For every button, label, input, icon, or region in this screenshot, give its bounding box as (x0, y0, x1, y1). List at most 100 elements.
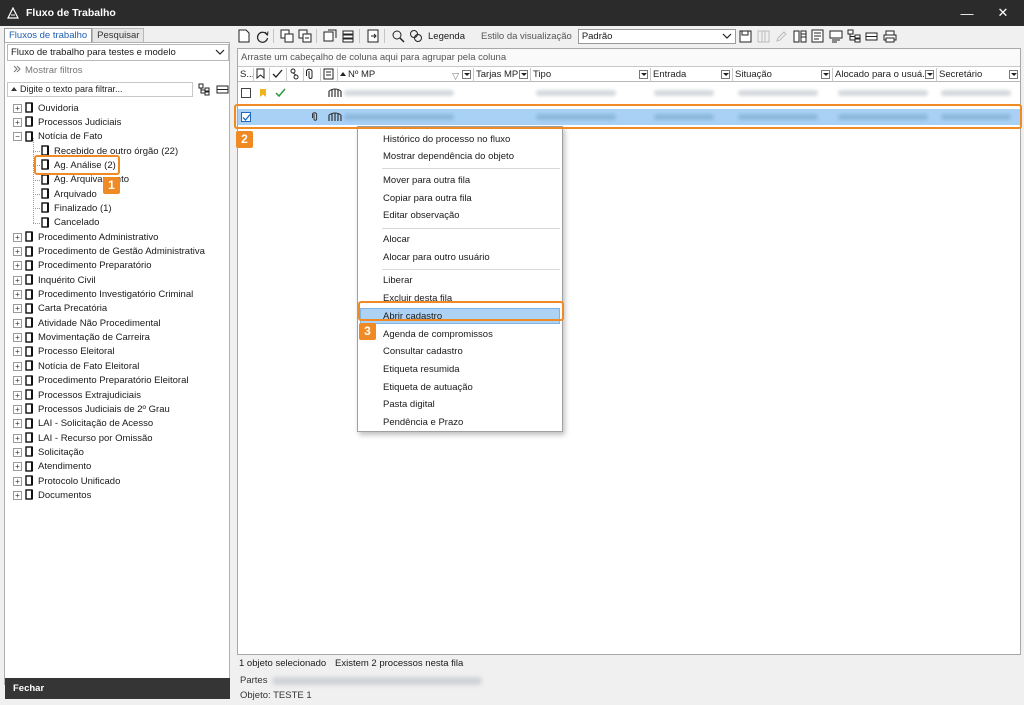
expand-icon[interactable]: + (13, 476, 22, 486)
expand-icon[interactable]: + (13, 232, 22, 242)
row-checkbox[interactable] (241, 88, 251, 98)
tree-node[interactable]: + Ouvidoria (13, 101, 79, 115)
expand-icon[interactable]: + (13, 447, 22, 457)
hierarchy-icon[interactable] (846, 28, 862, 44)
column-dropdown-icon[interactable] (639, 70, 648, 79)
duplicate-icon[interactable] (297, 28, 313, 44)
minimize-button[interactable]: — (950, 0, 984, 26)
tree-node[interactable]: + Carta Precatória (13, 302, 107, 316)
tree-node[interactable]: + Processos Judiciais de 2º Grau (13, 402, 170, 416)
tab-search[interactable]: Pesquisar (92, 28, 145, 42)
expand-icon[interactable]: + (13, 247, 22, 256)
column-header-check[interactable] (270, 68, 287, 82)
tree-node[interactable]: − Notícia de Fato (13, 130, 102, 144)
column-dropdown-icon[interactable] (462, 70, 471, 79)
tree-node[interactable]: + Solicitação (13, 445, 84, 459)
window-list-icon[interactable] (828, 28, 844, 44)
grid-layout-icon[interactable] (792, 28, 808, 44)
column-header-allocated-user[interactable]: Alocado para o usuá... (833, 68, 937, 82)
tree-node[interactable]: + Protocolo Unificado (13, 474, 120, 488)
column-dropdown-icon[interactable] (821, 70, 830, 79)
column-header-document[interactable] (321, 68, 338, 82)
tree-node[interactable]: + Processo Eleitoral (13, 345, 115, 359)
tree-collapse-icon[interactable] (215, 83, 229, 97)
tree-node[interactable]: + Movimentação de Carreira (13, 331, 150, 345)
expand-icon[interactable]: + (13, 318, 22, 328)
column-header-secretary[interactable]: Secretário (937, 68, 1020, 82)
column-header-attachment[interactable] (304, 68, 321, 82)
column-header-entry[interactable]: Entrada (651, 68, 733, 82)
expand-icon[interactable]: + (13, 333, 22, 343)
menu-item[interactable]: Alocar (383, 232, 410, 247)
save-view-icon[interactable] (738, 28, 754, 44)
column-dropdown-icon[interactable] (925, 70, 934, 79)
table-row[interactable] (238, 85, 1020, 101)
close-button[interactable]: Fechar (5, 678, 230, 699)
column-dropdown-icon[interactable] (1009, 70, 1018, 79)
menu-item[interactable]: Agenda de compromissos (383, 327, 493, 342)
tab-workflows[interactable]: Fluxos de trabalho (4, 28, 93, 42)
column-header-link[interactable] (287, 68, 304, 82)
tree-expand-icon[interactable] (197, 83, 211, 97)
tree-child-item[interactable]: Cancelado (33, 216, 99, 230)
expand-icon[interactable]: + (13, 290, 22, 300)
menu-item[interactable]: Editar observação (383, 208, 460, 223)
tree-node[interactable]: + LAI - Recurso por Omissão (13, 431, 153, 445)
menu-item[interactable]: Copiar para outra fila (383, 191, 472, 206)
expand-icon[interactable]: + (13, 419, 22, 429)
tree-child-item[interactable]: Arquivado (33, 187, 97, 201)
filter-funnel-icon[interactable]: ▽ (452, 70, 459, 82)
tree-node[interactable]: + Atendimento (13, 460, 91, 474)
expand-icon[interactable]: + (13, 390, 22, 400)
tree-node[interactable]: + Procedimento de Gestão Administrativa (13, 245, 205, 259)
legend-button[interactable]: Legenda (428, 31, 465, 42)
expand-icon[interactable]: + (13, 347, 22, 357)
menu-item[interactable]: Pendência e Prazo (383, 415, 463, 430)
move-folder-icon[interactable] (322, 28, 338, 44)
menu-item[interactable]: Liberar (383, 273, 413, 288)
expand-icon[interactable]: + (13, 490, 22, 500)
workflow-select[interactable]: Fluxo de trabalho para testes e modelo (7, 44, 229, 61)
show-filters-link[interactable]: Mostrar filtros (13, 65, 83, 76)
collapse-icon[interactable]: − (13, 132, 22, 142)
new-document-icon[interactable] (236, 28, 252, 44)
expand-icon[interactable]: + (13, 117, 22, 127)
tree-filter-input[interactable]: Digite o texto para filtrar... (7, 82, 193, 97)
find-next-icon[interactable] (408, 28, 424, 44)
expand-icon[interactable]: + (13, 433, 22, 443)
column-dropdown-icon[interactable] (721, 70, 730, 79)
tree-node[interactable]: + Documentos (13, 488, 91, 502)
collapse-icon[interactable] (864, 28, 880, 44)
expand-icon[interactable]: + (13, 261, 22, 271)
refresh-icon[interactable] (254, 28, 270, 44)
expand-icon[interactable]: + (13, 304, 22, 314)
tree-node[interactable]: + Inquérito Civil (13, 273, 96, 287)
stack-icon[interactable] (340, 28, 356, 44)
group-by-hint[interactable]: Arraste um cabeçalho de coluna aqui para… (238, 49, 1020, 67)
menu-item[interactable]: Alocar para outro usuário (383, 250, 490, 265)
column-header-situation[interactable]: Situação (733, 68, 833, 82)
menu-item[interactable]: Histórico do processo no fluxo (383, 132, 510, 147)
tree-node[interactable]: + Procedimento Preparatório (13, 259, 152, 273)
expand-icon[interactable]: + (13, 462, 22, 472)
tree-node[interactable]: + Processos Judiciais (13, 115, 121, 129)
tree-node[interactable]: + Procedimento Investigatório Criminal (13, 288, 193, 302)
expand-icon[interactable]: + (13, 275, 22, 285)
tree-node[interactable]: + Processos Extrajudiciais (13, 388, 141, 402)
column-header-type[interactable]: Tipo (531, 68, 651, 82)
expand-icon[interactable]: + (13, 404, 22, 414)
column-dropdown-icon[interactable] (519, 70, 528, 79)
export-icon[interactable] (365, 28, 381, 44)
menu-item[interactable]: Mover para outra fila (383, 173, 470, 188)
column-header-status[interactable]: S... (238, 68, 254, 82)
menu-item[interactable]: Etiqueta de autuação (383, 380, 473, 395)
menu-item[interactable]: Consultar cadastro (383, 344, 463, 359)
copy-icon[interactable] (279, 28, 295, 44)
expand-icon[interactable]: + (13, 376, 22, 386)
print-icon[interactable] (882, 28, 898, 44)
tree-node[interactable]: + Procedimento Administrativo (13, 230, 158, 244)
tree-node[interactable]: + Procedimento Preparatório Eleitoral (13, 374, 189, 388)
find-icon[interactable] (390, 28, 406, 44)
expand-icon[interactable]: + (13, 103, 22, 113)
tree-node[interactable]: + Notícia de Fato Eleitoral (13, 359, 139, 373)
